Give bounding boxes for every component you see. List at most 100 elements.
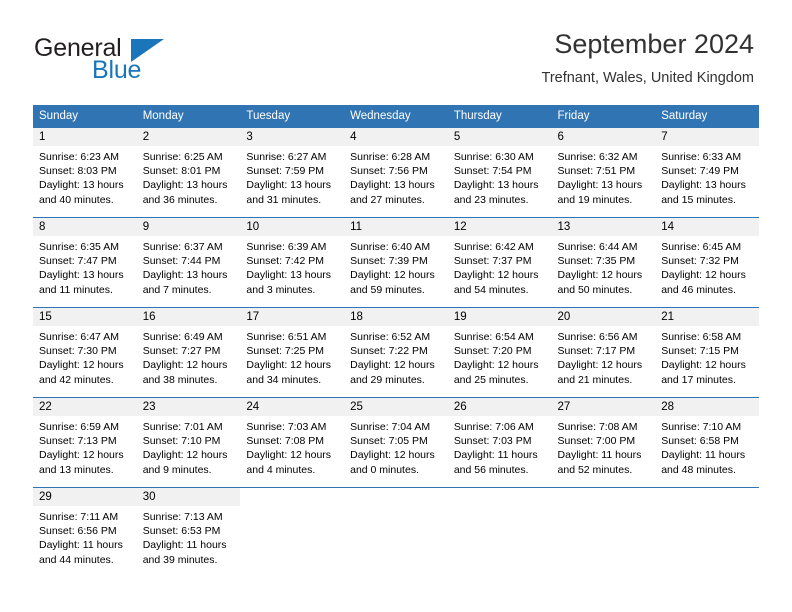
calendar-day-cell-empty bbox=[447, 487, 552, 577]
daylight-duration-line2: and 21 minutes. bbox=[557, 373, 633, 386]
sunrise-time: Sunrise: 6:42 AM bbox=[453, 241, 534, 253]
calendar-day-cell[interactable]: 6 Sunrise: 6:32 AM Sunset: 7:51 PM Daylight… bbox=[551, 127, 656, 218]
calendar-day-cell[interactable]: 19 Sunrise: 6:54 AM Sunset: 7:20 PM Dayligh… bbox=[447, 307, 552, 398]
calendar-day-cell[interactable]: 29 Sunrise: 7:11 AM Sunset: 6:56 PM Dayligh… bbox=[33, 487, 137, 577]
calendar-day-cell[interactable]: 1 Sunrise: 6:23 AM Sunset: 8:03 PM Daylight… bbox=[33, 127, 137, 218]
day-sun-info: Sunrise: 6:58 AM Sunset: 7:15 PM Daylight:… bbox=[655, 326, 759, 387]
calendar-grid: Sunday Monday Tuesday Wednesday Thursday… bbox=[33, 105, 759, 577]
weekday-header-wednesday: Wednesday bbox=[344, 105, 448, 128]
daylight-duration-line1: Daylight: 13 hours bbox=[142, 179, 228, 192]
daylight-duration-line2: and 4 minutes. bbox=[246, 463, 316, 476]
sunset-time: Sunset: 8:03 PM bbox=[39, 165, 117, 178]
day-number bbox=[655, 488, 759, 506]
daylight-duration-line2: and 42 minutes. bbox=[39, 373, 114, 386]
calendar-day-cell[interactable]: 23 Sunrise: 7:01 AM Sunset: 7:10 PM Dayligh… bbox=[136, 397, 241, 488]
daylight-duration-line1: Daylight: 13 hours bbox=[453, 179, 539, 192]
calendar-day-cell[interactable]: 21 Sunrise: 6:58 AM Sunset: 7:15 PM Dayligh… bbox=[655, 307, 759, 398]
day-sun-info bbox=[655, 506, 759, 510]
sunrise-time: Sunrise: 6:58 AM bbox=[661, 331, 742, 343]
calendar-day-cell[interactable]: 4 Sunrise: 6:28 AM Sunset: 7:56 PM Daylight… bbox=[344, 127, 448, 218]
day-sun-info: Sunrise: 6:27 AM Sunset: 7:59 PM Daylight:… bbox=[240, 146, 344, 207]
calendar-day-cell[interactable]: 22 Sunrise: 6:59 AM Sunset: 7:13 PM Dayligh… bbox=[33, 397, 137, 488]
calendar-day-cell[interactable]: 14 Sunrise: 6:45 AM Sunset: 7:32 PM Dayligh… bbox=[655, 217, 759, 308]
daylight-duration-line1: Daylight: 12 hours bbox=[453, 359, 539, 372]
daylight-duration-line2: and 59 minutes. bbox=[350, 283, 425, 296]
daylight-duration-line2: and 44 minutes. bbox=[39, 553, 114, 566]
general-blue-logo[interactable]: General Blue bbox=[34, 34, 234, 90]
calendar-day-cell[interactable]: 15 Sunrise: 6:47 AM Sunset: 7:30 PM Dayligh… bbox=[33, 307, 137, 398]
calendar-day-cell[interactable]: 2 Sunrise: 6:25 AM Sunset: 8:01 PM Daylight… bbox=[136, 127, 241, 218]
calendar-day-cell[interactable]: 24 Sunrise: 7:03 AM Sunset: 7:08 PM Dayligh… bbox=[240, 397, 345, 488]
daylight-duration-line2: and 46 minutes. bbox=[661, 283, 736, 296]
sunrise-time: Sunrise: 6:49 AM bbox=[142, 331, 223, 343]
daylight-duration-line2: and 31 minutes. bbox=[246, 193, 322, 206]
daylight-duration-line1: Daylight: 11 hours bbox=[557, 449, 642, 462]
daylight-duration-line2: and 34 minutes. bbox=[246, 373, 322, 386]
day-number: 3 bbox=[240, 128, 345, 146]
calendar-day-cell[interactable]: 30 Sunrise: 7:13 AM Sunset: 6:53 PM Dayligh… bbox=[136, 487, 241, 577]
calendar-day-cell[interactable]: 13 Sunrise: 6:44 AM Sunset: 7:35 PM Dayligh… bbox=[551, 217, 656, 308]
calendar-day-cell[interactable]: 10 Sunrise: 6:39 AM Sunset: 7:42 PM Dayligh… bbox=[240, 217, 345, 308]
daylight-duration-line1: Daylight: 11 hours bbox=[661, 449, 746, 462]
day-number bbox=[447, 488, 552, 506]
sunset-time: Sunset: 7:17 PM bbox=[557, 345, 636, 358]
calendar-day-cell[interactable]: 11 Sunrise: 6:40 AM Sunset: 7:39 PM Dayligh… bbox=[344, 217, 448, 308]
daylight-duration-line2: and 9 minutes. bbox=[142, 463, 212, 476]
day-sun-info: Sunrise: 6:52 AM Sunset: 7:22 PM Daylight:… bbox=[344, 326, 448, 387]
day-sun-info: Sunrise: 6:44 AM Sunset: 7:35 PM Daylight:… bbox=[552, 236, 656, 297]
sunset-time: Sunset: 7:00 PM bbox=[557, 435, 636, 448]
daylight-duration-line1: Daylight: 12 hours bbox=[142, 449, 228, 462]
calendar-day-cell[interactable]: 17 Sunrise: 6:51 AM Sunset: 7:25 PM Dayligh… bbox=[240, 307, 345, 398]
weekday-header-thursday: Thursday bbox=[447, 105, 552, 128]
day-sun-info: Sunrise: 7:01 AM Sunset: 7:10 PM Daylight:… bbox=[137, 416, 241, 477]
sunrise-time: Sunrise: 7:06 AM bbox=[453, 421, 534, 433]
day-number: 8 bbox=[33, 218, 137, 236]
day-sun-info: Sunrise: 6:35 AM Sunset: 7:47 PM Daylight:… bbox=[33, 236, 137, 297]
calendar-day-cell[interactable]: 27 Sunrise: 7:08 AM Sunset: 7:00 PM Dayligh… bbox=[551, 397, 656, 488]
weekday-header-sunday: Sunday bbox=[33, 105, 137, 128]
sunrise-time: Sunrise: 7:04 AM bbox=[350, 421, 431, 433]
sunset-time: Sunset: 7:20 PM bbox=[453, 345, 532, 358]
sunset-time: Sunset: 7:49 PM bbox=[661, 165, 739, 178]
daylight-duration-line2: and 56 minutes. bbox=[453, 463, 529, 476]
day-sun-info: Sunrise: 6:59 AM Sunset: 7:13 PM Daylight:… bbox=[33, 416, 137, 477]
day-sun-info: Sunrise: 6:51 AM Sunset: 7:25 PM Daylight:… bbox=[240, 326, 344, 387]
daylight-duration-line2: and 29 minutes. bbox=[350, 373, 425, 386]
calendar-day-cell[interactable]: 25 Sunrise: 7:04 AM Sunset: 7:05 PM Dayligh… bbox=[344, 397, 448, 488]
calendar-day-cell[interactable]: 7 Sunrise: 6:33 AM Sunset: 7:49 PM Daylight… bbox=[655, 127, 759, 218]
daylight-duration-line2: and 48 minutes. bbox=[661, 463, 736, 476]
calendar-day-cell[interactable]: 8 Sunrise: 6:35 AM Sunset: 7:47 PM Daylight… bbox=[33, 217, 137, 308]
daylight-duration-line2: and 13 minutes. bbox=[39, 463, 114, 476]
page-title: September 2024 bbox=[554, 29, 754, 59]
sunset-time: Sunset: 7:03 PM bbox=[453, 435, 532, 448]
day-number: 20 bbox=[551, 308, 656, 326]
sunrise-time: Sunrise: 6:39 AM bbox=[246, 241, 327, 253]
calendar-day-cell[interactable]: 5 Sunrise: 6:30 AM Sunset: 7:54 PM Daylight… bbox=[447, 127, 552, 218]
daylight-duration-line1: Daylight: 12 hours bbox=[246, 449, 332, 462]
daylight-duration-line2: and 19 minutes. bbox=[557, 193, 633, 206]
sunrise-time: Sunrise: 6:40 AM bbox=[350, 241, 431, 253]
day-sun-info: Sunrise: 6:49 AM Sunset: 7:27 PM Daylight:… bbox=[137, 326, 241, 387]
calendar-week-row: 22 Sunrise: 6:59 AM Sunset: 7:13 PM Dayligh… bbox=[33, 397, 759, 488]
day-sun-info: Sunrise: 6:39 AM Sunset: 7:42 PM Daylight:… bbox=[240, 236, 344, 297]
day-number: 1 bbox=[33, 128, 137, 146]
calendar-day-cell[interactable]: 3 Sunrise: 6:27 AM Sunset: 7:59 PM Daylight… bbox=[240, 127, 345, 218]
calendar-body: 1 Sunrise: 6:23 AM Sunset: 8:03 PM Daylight… bbox=[33, 127, 759, 577]
day-sun-info: Sunrise: 6:45 AM Sunset: 7:32 PM Daylight:… bbox=[655, 236, 759, 297]
daylight-duration-line1: Daylight: 12 hours bbox=[142, 359, 228, 372]
daylight-duration-line2: and 39 minutes. bbox=[142, 553, 218, 566]
daylight-duration-line1: Daylight: 12 hours bbox=[557, 269, 643, 282]
calendar-day-cell[interactable]: 26 Sunrise: 7:06 AM Sunset: 7:03 PM Dayligh… bbox=[447, 397, 552, 488]
day-sun-info bbox=[552, 506, 656, 510]
day-number: 21 bbox=[655, 308, 759, 326]
day-number: 12 bbox=[447, 218, 552, 236]
daylight-duration-line1: Daylight: 13 hours bbox=[39, 179, 124, 192]
day-number: 15 bbox=[33, 308, 137, 326]
calendar-day-cell[interactable]: 28 Sunrise: 7:10 AM Sunset: 6:58 PM Dayligh… bbox=[655, 397, 759, 488]
sunrise-time: Sunrise: 7:13 AM bbox=[142, 511, 223, 523]
calendar-day-cell[interactable]: 12 Sunrise: 6:42 AM Sunset: 7:37 PM Dayligh… bbox=[447, 217, 552, 308]
calendar-day-cell[interactable]: 20 Sunrise: 6:56 AM Sunset: 7:17 PM Dayligh… bbox=[551, 307, 656, 398]
calendar-day-cell[interactable]: 16 Sunrise: 6:49 AM Sunset: 7:27 PM Dayligh… bbox=[136, 307, 241, 398]
calendar-day-cell[interactable]: 9 Sunrise: 6:37 AM Sunset: 7:44 PM Daylight… bbox=[136, 217, 241, 308]
calendar-day-cell[interactable]: 18 Sunrise: 6:52 AM Sunset: 7:22 PM Dayligh… bbox=[344, 307, 448, 398]
